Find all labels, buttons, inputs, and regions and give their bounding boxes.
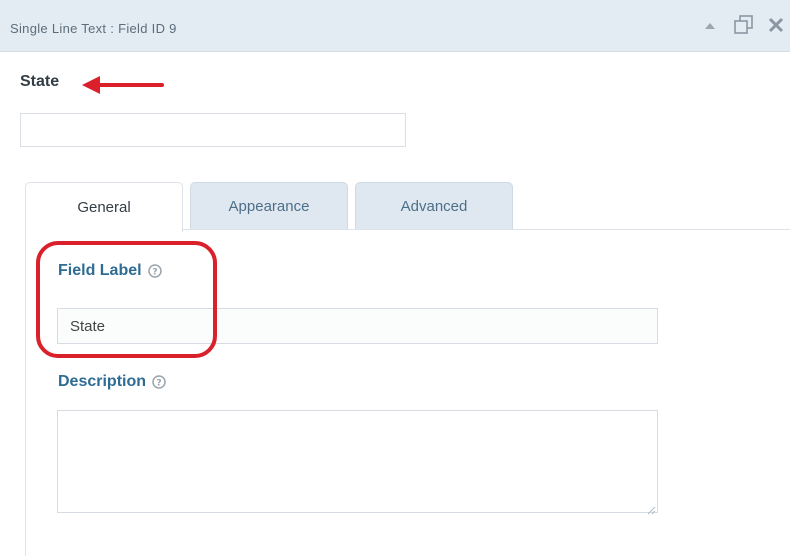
tab-general[interactable]: General [25,182,183,232]
arrow-left-icon [80,72,164,103]
triangle-up-icon[interactable] [704,18,716,36]
tab-advanced[interactable]: Advanced [355,182,513,230]
field-settings-panel: Single Line Text : Field ID 9 State Gene… [0,0,790,556]
field-label-input[interactable] [57,308,658,344]
field-preview-label: State [20,73,60,90]
field-header-bar[interactable]: Single Line Text : Field ID 9 [0,0,790,52]
description-heading-text: Description [58,373,147,390]
field-header-title: Single Line Text : Field ID 9 [10,21,177,36]
help-circle-icon[interactable]: ? [147,264,162,278]
tab-appearance[interactable]: Appearance [190,182,348,230]
field-label-heading-text: Field Label [58,262,142,279]
description-heading: Description ? [58,373,166,391]
help-circle-icon[interactable]: ? [152,375,166,389]
svg-text:?: ? [152,268,157,278]
svg-text:?: ? [156,379,161,389]
field-preview-input[interactable] [20,113,406,147]
field-label-heading: Field Label ? [58,262,162,280]
description-textarea[interactable] [57,410,658,513]
duplicate-icon[interactable] [732,14,756,41]
resize-grip-icon[interactable] [647,502,656,520]
close-icon[interactable] [766,15,786,40]
